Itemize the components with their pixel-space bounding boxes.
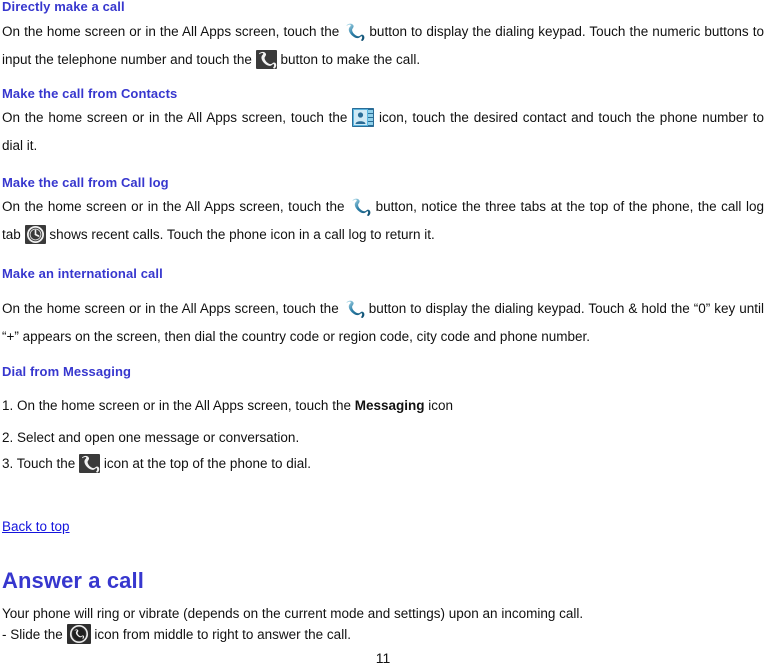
paragraph-dial-step-1: 1. On the home screen or in the All Apps… [2, 392, 764, 420]
phone-handset-dark-icon [79, 454, 101, 473]
paragraph-answer-call-slide: - Slide the icon from middle to right to… [2, 624, 764, 646]
text-segment: 3. Touch the [2, 456, 76, 471]
page-number: 11 [375, 650, 391, 666]
paragraph-dial-step-3: 3. Touch the icon at the top of the phon… [2, 450, 764, 478]
heading-directly-make-a-call: Directly make a call [2, 0, 125, 14]
text-segment: On the home screen or in the All Apps sc… [2, 199, 345, 214]
text-segment: icon from middle to right to answer the … [94, 627, 351, 642]
phone-handset-dark-icon [255, 50, 277, 69]
phone-handset-light-icon [349, 197, 372, 216]
text-segment: 1. On the home screen or in the All Apps… [2, 398, 351, 413]
messaging-app-label: Messaging [354, 398, 425, 413]
paragraph-directly-make-a-call: On the home screen or in the All Apps sc… [2, 18, 764, 74]
text-segment: - Slide the [2, 627, 63, 642]
heading-dial-from-messaging: Dial from Messaging [2, 364, 132, 379]
heading-answer-a-call: Answer a call [2, 568, 144, 593]
answer-call-circle-icon [66, 624, 91, 644]
paragraph-dial-step-2: 2. Select and open one message or conver… [2, 430, 300, 445]
contacts-app-icon [352, 108, 375, 127]
paragraph-make-the-call-from-contacts: On the home screen or in the All Apps sc… [2, 104, 764, 160]
heading-make-the-call-from-contacts: Make the call from Contacts [2, 86, 178, 101]
text-segment: shows recent calls. Touch the phone icon… [49, 227, 435, 242]
heading-make-an-international-call: Make an international call [2, 266, 163, 281]
call-log-clock-icon [24, 225, 46, 244]
paragraph-make-an-international-call: On the home screen or in the All Apps sc… [2, 295, 764, 351]
heading-make-the-call-from-call-log: Make the call from Call log [2, 175, 169, 190]
back-to-top-link[interactable]: Back to top [2, 519, 70, 534]
phone-handset-light-icon [343, 22, 366, 41]
manual-page: Directly make a call On the home screen … [0, 0, 766, 670]
text-segment: On the home screen or in the All Apps sc… [2, 24, 340, 39]
phone-handset-light-icon [342, 299, 365, 318]
paragraph-make-the-call-from-call-log: On the home screen or in the All Apps sc… [2, 193, 764, 249]
text-segment: icon at the top of the phone to dial. [103, 456, 311, 471]
text-segment: icon [428, 398, 454, 413]
text-segment: button to make the call. [280, 52, 421, 67]
text-segment: On the home screen or in the All Apps sc… [2, 301, 339, 316]
paragraph-answer-call-intro: Your phone will ring or vibrate (depends… [2, 606, 584, 621]
text-segment: On the home screen or in the All Apps sc… [2, 110, 348, 125]
